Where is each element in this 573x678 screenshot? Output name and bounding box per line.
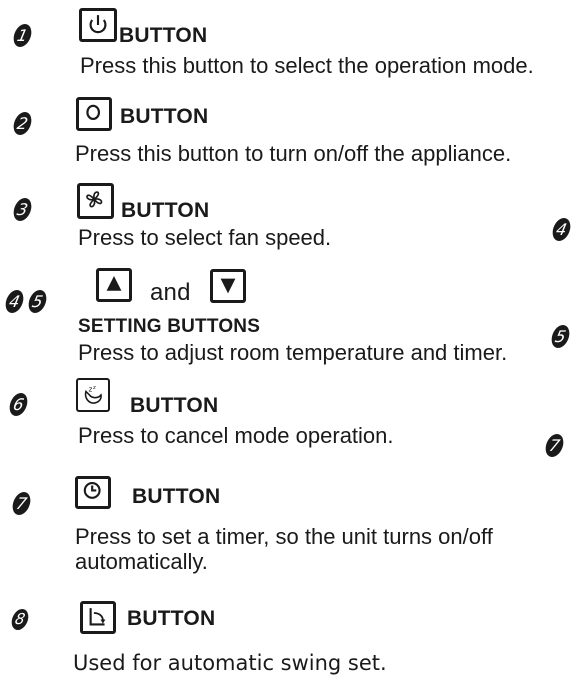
item-number-4: 4 [3,290,26,313]
right-edge-number-4: 4 [550,218,573,241]
sleep-icon: z z [76,378,110,412]
item-number-1: 1 [11,24,34,47]
up-arrow-icon [96,268,132,302]
item-description-6: Press to cancel mode operation. [78,423,394,448]
and-connector: and [150,279,191,306]
item-title-3: BUTTON [121,199,210,222]
item-number-6: 6 [7,393,30,416]
item-number-2: 2 [11,112,34,135]
item-title-4-5: SETTING BUTTONS [78,316,261,337]
item-description-2: Press this button to turn on/off the app… [75,141,512,166]
clock-icon [75,476,111,509]
item-description-4-5: Press to adjust room temperature and tim… [78,340,508,365]
item-title-8: BUTTON [127,607,216,630]
power-icon [79,8,117,42]
swing-icon [80,601,116,634]
down-arrow-icon [210,269,246,303]
svg-text:z: z [93,385,96,391]
item-number-5: 5 [26,290,49,313]
item-number-7: 7 [10,492,33,515]
fan-icon [77,183,114,219]
item-description-8: Used for automatic swing set. [73,651,387,675]
circle-icon [76,97,112,131]
item-description-1: Press this button to select the operatio… [80,53,534,78]
item-title-7: BUTTON [132,485,221,508]
right-edge-number-7: 7 [543,434,566,457]
item-description-7: Press to set a timer, so the unit turns … [75,524,493,574]
item-number-3: 3 [11,198,34,221]
item-title-1: BUTTON [119,24,208,47]
svg-text:z: z [89,384,93,393]
item-number-8: 8 [9,609,31,630]
item-title-2: BUTTON [120,105,209,128]
item-title-6: BUTTON [130,394,219,417]
item-description-3: Press to select fan speed. [78,225,332,250]
right-edge-number-5: 5 [549,325,572,348]
